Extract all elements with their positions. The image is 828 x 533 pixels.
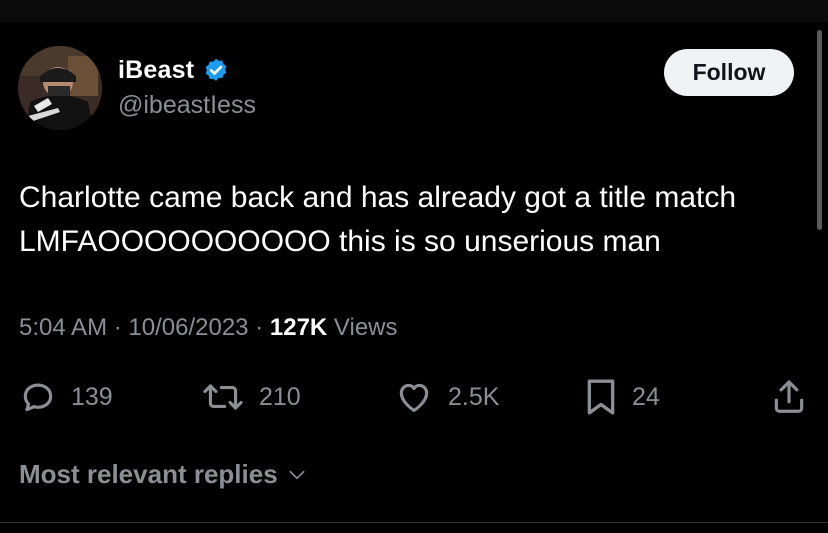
replies-sort-label: Most relevant replies	[19, 459, 278, 489]
follow-button[interactable]: Follow	[664, 49, 794, 96]
tweet-date[interactable]: 10/06/2023	[128, 314, 248, 341]
divider	[0, 522, 828, 523]
tweet-text-line: Charlotte came back and has already got …	[19, 181, 737, 214]
like-count: 2.5K	[448, 382, 500, 411]
bookmark-icon	[587, 379, 615, 415]
tweet-meta: 5:04 AM · 10/06/2023 · 127K Views	[19, 314, 398, 342]
author-display-name[interactable]: iBeast	[118, 56, 194, 85]
chevron-down-icon	[289, 470, 305, 479]
views-label[interactable]: Views	[334, 314, 398, 341]
author-handle[interactable]: @ibeastIess	[118, 91, 256, 120]
reply-count: 139	[71, 382, 113, 411]
heart-icon	[399, 383, 429, 413]
retweet-button[interactable]: 210	[201, 374, 301, 420]
tweet-time[interactable]: 5:04 AM	[19, 314, 107, 341]
retweet-icon	[203, 384, 243, 410]
views-count[interactable]: 127K	[270, 314, 327, 341]
tweet-text-line: LMFAOOOOOOOOOO this is so unserious man	[19, 225, 661, 258]
top-strip	[0, 0, 828, 22]
bookmark-count: 24	[632, 382, 660, 411]
like-button[interactable]: 2.5K	[394, 374, 499, 420]
tweet-actions: 139 210 2.5K 24	[0, 374, 828, 420]
avatar[interactable]	[18, 46, 102, 130]
share-button[interactable]	[770, 374, 808, 420]
reply-button[interactable]: 139	[19, 374, 113, 420]
retweet-count: 210	[259, 382, 301, 411]
share-icon	[774, 380, 804, 413]
meta-separator: ·	[113, 314, 122, 341]
replies-sort-dropdown[interactable]: Most relevant replies	[19, 459, 310, 490]
reply-icon	[23, 383, 53, 412]
bookmark-button[interactable]: 24	[584, 374, 660, 420]
author-name-row[interactable]: iBeast	[118, 56, 230, 85]
avatar-image	[18, 46, 102, 130]
scrollbar[interactable]	[817, 30, 822, 230]
meta-separator: ·	[255, 314, 264, 341]
verified-badge-icon	[205, 58, 227, 81]
tweet-text: Charlotte came back and has already got …	[19, 176, 809, 264]
